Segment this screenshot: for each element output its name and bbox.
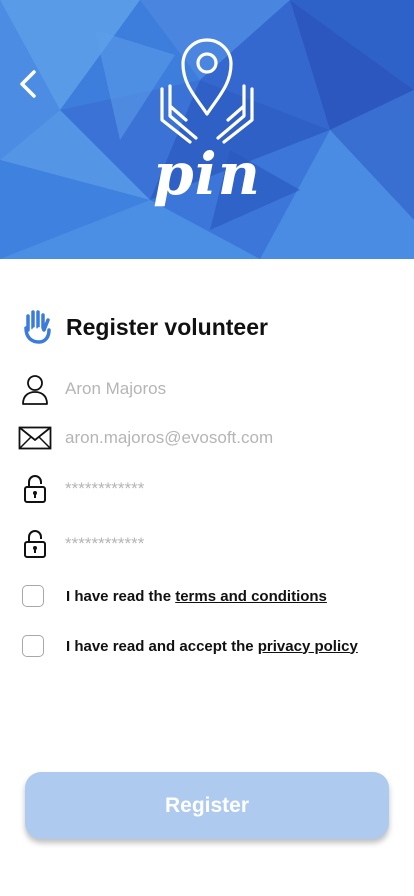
email-input[interactable] [65,428,385,448]
privacy-label: I have read and accept the privacy polic… [66,638,358,655]
terms-prefix: I have read the [66,587,176,605]
brand-wordmark: pin [153,140,261,208]
terms-row: I have read the terms and conditions [22,585,327,607]
back-button[interactable] [14,64,44,104]
name-input[interactable] [65,379,385,399]
confirm-password-input[interactable] [65,534,385,554]
envelope-icon [18,421,52,455]
email-field-row [18,418,398,458]
terms-link[interactable]: terms and conditions [175,588,327,605]
header-banner: pin [0,0,414,259]
chevron-left-icon [20,70,36,98]
form-title: Register volunteer [66,313,268,340]
padlock-icon [18,527,52,561]
register-button[interactable]: Register [25,772,389,839]
terms-checkbox[interactable] [22,585,44,607]
user-icon [18,372,52,406]
privacy-link[interactable]: privacy policy [258,638,358,655]
privacy-row: I have read and accept the privacy polic… [22,635,358,657]
padlock-icon [18,472,52,506]
password-field-row [18,469,398,509]
location-pin-hands-icon [160,38,254,144]
helping-hand-heart-icon [24,310,51,344]
form-title-row: Register volunteer [22,310,268,344]
terms-label: I have read the terms and conditions [66,588,327,605]
name-field-row [18,369,398,409]
privacy-prefix: I have read and accept the [66,637,258,655]
confirm-password-field-row [18,524,398,564]
password-input[interactable] [65,479,385,499]
privacy-checkbox[interactable] [22,635,44,657]
